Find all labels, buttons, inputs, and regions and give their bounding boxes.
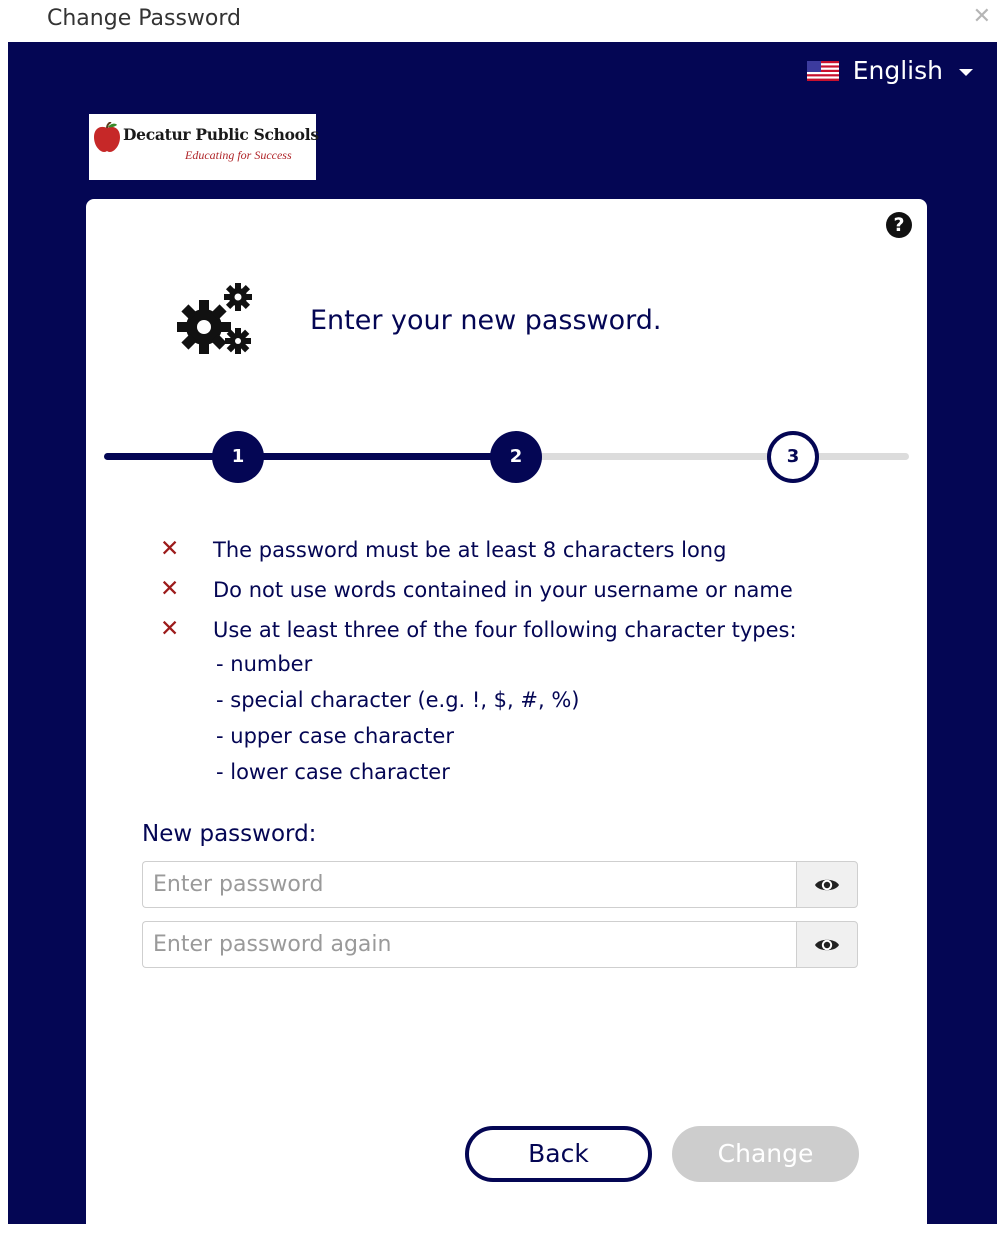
us-flag-icon xyxy=(806,60,839,81)
character-type-item: - number xyxy=(216,652,313,676)
character-type-item: - special character (e.g. !, $, #, %) xyxy=(216,688,580,712)
logo-name: Decatur Public Schools xyxy=(123,125,319,144)
change-button[interactable]: Change xyxy=(672,1126,859,1182)
caret-down-icon xyxy=(959,68,973,76)
cross-icon: ✕ xyxy=(160,576,180,602)
new-password-label: New password: xyxy=(142,821,317,847)
character-type-item: - upper case character xyxy=(216,724,454,748)
back-button[interactable]: Back xyxy=(465,1126,652,1182)
rule-text: The password must be at least 8 characte… xyxy=(213,538,727,562)
new-password-group xyxy=(142,861,858,908)
rule-text: Use at least three of the four following… xyxy=(213,618,797,642)
language-selector[interactable]: English xyxy=(806,56,973,85)
help-icon[interactable]: ? xyxy=(886,212,912,238)
eye-icon xyxy=(815,939,839,950)
step-1: 1 xyxy=(212,431,264,483)
step-3: 3 xyxy=(767,431,819,483)
step-2: 2 xyxy=(490,431,542,483)
cross-icon: ✕ xyxy=(160,616,180,642)
gears-icon xyxy=(177,283,252,354)
progress-stepper: 1 2 3 xyxy=(104,431,909,483)
character-types-list: - number - special character (e.g. !, $,… xyxy=(216,652,579,796)
confirm-password-input[interactable] xyxy=(142,921,796,968)
language-label: English xyxy=(852,56,943,85)
school-logo: Decatur Public Schools Educating for Suc… xyxy=(89,114,319,180)
character-type-item: - lower case character xyxy=(216,760,450,784)
show-password-button[interactable] xyxy=(796,861,858,908)
window-title: Change Password xyxy=(47,6,241,31)
stepper-track-complete xyxy=(104,453,534,460)
show-confirm-password-button[interactable] xyxy=(796,921,858,968)
logo-tagline: Educating for Success xyxy=(185,148,292,162)
close-icon[interactable]: ✕ xyxy=(973,4,991,29)
eye-icon xyxy=(815,879,839,890)
rule-text: Do not use words contained in your usern… xyxy=(213,578,793,602)
confirm-password-group xyxy=(142,921,858,968)
password-card: ? Enter your new password. 1 2 3 ✕ The p… xyxy=(86,199,927,1239)
stepper-track-pending xyxy=(532,453,909,460)
cross-icon: ✕ xyxy=(160,536,180,562)
page-heading: Enter your new password. xyxy=(310,305,662,336)
new-password-input[interactable] xyxy=(142,861,796,908)
apple-logo-icon xyxy=(94,122,120,152)
title-bar: Change Password ✕ xyxy=(0,0,997,42)
